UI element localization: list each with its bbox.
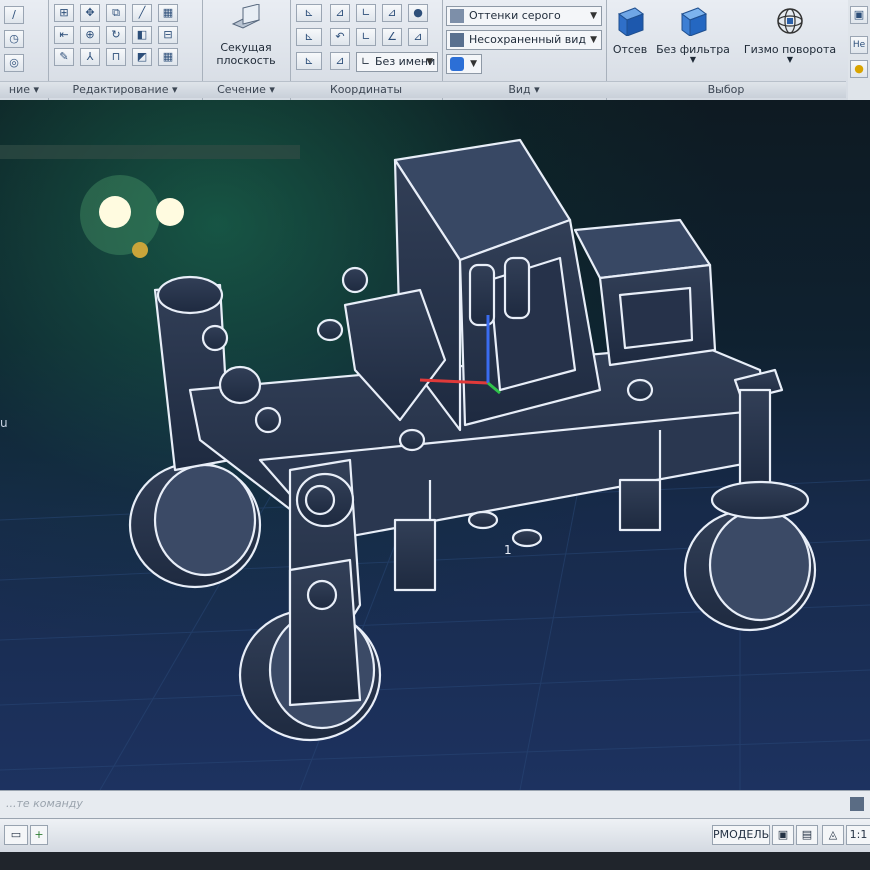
lightbulb-icon[interactable]: ● <box>850 60 868 78</box>
panel-section: Секущая плоскость Сечение ▾ <box>202 0 291 100</box>
section-plane-button[interactable]: Секущая плоскость <box>212 3 280 67</box>
ucs-view-icon[interactable]: ⊿ <box>408 28 428 46</box>
scale-icon[interactable]: ⊟ <box>158 26 178 44</box>
viewport-layout-icon[interactable]: ▤ <box>796 825 818 845</box>
scale-indicator[interactable]: 1:1 <box>846 825 870 845</box>
viewport-config-select[interactable]: ▼ <box>446 54 482 74</box>
rear-right-strut <box>738 388 772 492</box>
command-line[interactable]: ...те команду <box>0 790 870 819</box>
ucs-label: 1 <box>504 543 512 557</box>
visual-style-select[interactable]: Оттенки серого ▼ <box>446 6 602 26</box>
chevron-down-icon: ▼ <box>786 55 794 64</box>
visual-style-icon <box>450 9 464 23</box>
named-ucs-select[interactable]: ∟ Без имени ▼ <box>356 52 438 72</box>
refresh-icon[interactable]: ↻ <box>106 26 126 44</box>
ucs-y-icon[interactable]: ⊿ <box>382 4 402 22</box>
no-filter-button[interactable]: Без фильтра ▼ <box>656 6 730 64</box>
ucs-origin-icon[interactable]: ⊾ <box>296 28 322 46</box>
command-history-icon[interactable] <box>850 797 864 811</box>
panel-coordinates: ⊾ ⊿ ∟ ⊿ ● ⊾ ↶ ∟ ∠ ⊿ ⊾ ⊿ ∟ Без имени ▼ Ко… <box>290 0 443 100</box>
array-icon[interactable]: ▦ <box>158 4 178 22</box>
layout-tab-icon[interactable]: ▭ <box>4 825 28 845</box>
tool-button[interactable]: ◎ <box>4 54 24 72</box>
trim-icon[interactable]: ⊓ <box>106 48 126 66</box>
ucs-globe-icon[interactable]: ● <box>408 4 428 22</box>
model-toggle[interactable]: РМОДЕЛЬ <box>712 825 770 845</box>
align-icon[interactable]: ⊕ <box>80 26 100 44</box>
panel-partial-right: ▣ Не ● <box>848 0 870 100</box>
panel-selection: Отсев Без фильтра ▼ Гизмо поворота ▼ Выб… <box>606 0 846 100</box>
support-leg <box>393 518 437 592</box>
culling-button[interactable]: Отсев <box>608 6 652 56</box>
left-edge-fragment: u <box>0 416 8 430</box>
panel-title-selection[interactable]: Выбор <box>606 81 846 98</box>
chevron-down-icon: ▼ <box>689 55 697 64</box>
gizmo-button[interactable]: Гизмо поворота ▼ <box>740 6 840 64</box>
ucs-world-icon[interactable]: ⊿ <box>330 4 350 22</box>
ribbon: ∕ ◷ ◎ ние ▾ ⊞ ✥ ⧉ ╱ ▦ ⇤ ⊕ ↻ ◧ ⊟ ✎ ⅄ ⊓ ◩ … <box>0 0 870 102</box>
status-bar: ▭ + РМОДЕЛЬ ▣ ▤ ◬ 1:1 <box>0 818 870 853</box>
ucs-icon[interactable]: ⊾ <box>296 4 322 22</box>
vehicle-model <box>128 138 817 742</box>
chevron-down-icon: ▼ <box>590 11 597 21</box>
copy-icon[interactable]: ⧉ <box>106 4 126 22</box>
annotation-scale-icon[interactable]: ◬ <box>822 825 844 845</box>
fillet-icon[interactable]: ⅄ <box>80 48 100 66</box>
chevron-down-icon: ▼ <box>470 59 477 69</box>
view-icon <box>450 33 464 47</box>
ucs-3point-icon[interactable]: ∠ <box>382 28 402 46</box>
offset-icon[interactable]: ╱ <box>132 4 152 22</box>
ucs-z-icon[interactable]: ∟ <box>356 28 376 46</box>
culling-cube-icon <box>617 7 645 37</box>
extend-icon[interactable]: ⇤ <box>54 26 74 44</box>
panel-partial-left: ∕ ◷ ◎ ние ▾ <box>0 0 49 100</box>
ucs-face-icon[interactable]: ⊾ <box>296 52 322 70</box>
ucs-x-icon[interactable]: ∟ <box>356 4 376 22</box>
tool-button[interactable]: ◷ <box>4 30 24 48</box>
panel-title-view[interactable]: Вид ▾ <box>442 81 606 98</box>
command-prompt: ...те команду <box>6 797 83 810</box>
pen-icon[interactable]: ✎ <box>54 48 74 66</box>
panel-modify: ⊞ ✥ ⧉ ╱ ▦ ⇤ ⊕ ↻ ◧ ⊟ ✎ ⅄ ⊓ ◩ ▦ Редактиров… <box>48 0 203 100</box>
viewport-icon <box>450 57 464 71</box>
tool-button[interactable]: ∕ <box>4 6 24 24</box>
stretch-icon[interactable]: ◩ <box>132 48 152 66</box>
filter-cube-icon <box>680 7 708 37</box>
add-layout-icon[interactable]: + <box>30 825 48 845</box>
chevron-down-icon: ▼ <box>426 57 433 67</box>
saved-view-select[interactable]: Несохраненный вид ▼ <box>446 30 602 50</box>
right-edge-label[interactable]: Не <box>850 36 868 54</box>
ucs-undo-icon[interactable]: ↶ <box>330 28 350 46</box>
move-icon[interactable]: ⊞ <box>54 4 74 22</box>
rotate-gizmo-icon <box>777 8 803 34</box>
mirror-icon[interactable]: ◧ <box>132 26 152 44</box>
model-viewport[interactable]: 1 u <box>0 100 870 790</box>
grid-icon[interactable]: ▦ <box>158 48 178 66</box>
section-plane-icon <box>231 3 261 29</box>
chevron-down-icon: ▼ <box>590 35 597 45</box>
panel-title-modify[interactable]: Редактирование ▾ <box>48 81 202 98</box>
model-space-icon[interactable]: ▣ <box>772 825 794 845</box>
taskbar-edge <box>0 852 870 870</box>
panel-title-partial: ние ▾ <box>0 81 48 98</box>
rotate-icon[interactable]: ✥ <box>80 4 100 22</box>
panel-view: Оттенки серого ▼ Несохраненный вид ▼ ▼ В… <box>442 0 607 100</box>
panel-title-section[interactable]: Сечение ▾ <box>202 81 290 98</box>
tool-button[interactable]: ▣ <box>850 6 868 24</box>
panel-title-coordinates[interactable]: Координаты <box>290 81 442 98</box>
ucs-object-icon[interactable]: ⊿ <box>330 52 350 70</box>
support-leg <box>618 478 662 532</box>
